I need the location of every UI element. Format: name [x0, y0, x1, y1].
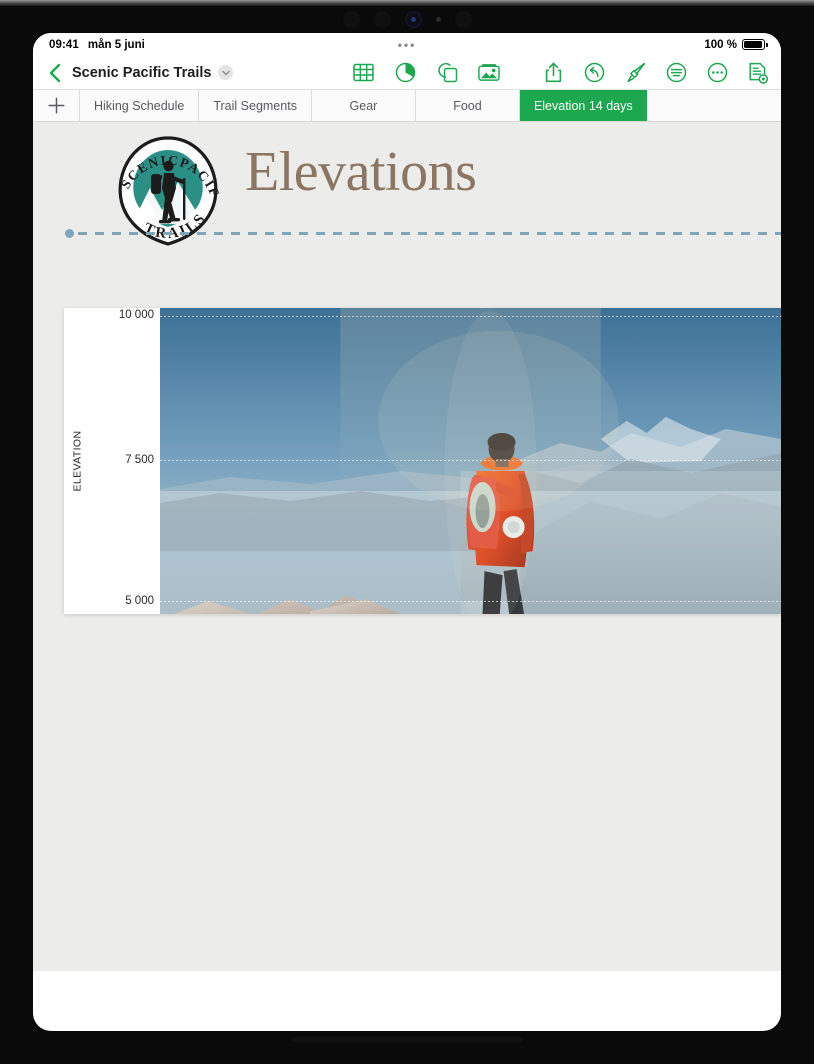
action-tool-group — [542, 62, 769, 84]
more-options-icon[interactable] — [706, 62, 728, 84]
elevation-chart[interactable]: ELEVATION 10 000 7 500 5 000 2 500 — [64, 308, 781, 614]
app-toolbar: Scenic Pacific Trails — [33, 56, 781, 90]
scenic-pacific-trails-badge-logo[interactable]: SCENIC PACIFIC TRAILS — [100, 122, 230, 256]
ipad-device-frame: 09:41 mån 5 juni ••• 100 % Scenic Pacifi… — [0, 0, 814, 1064]
chart-plot-area[interactable] — [160, 308, 781, 614]
sheet-tab-elevation-14-days[interactable]: Elevation 14 days — [519, 90, 647, 121]
divider-dot — [65, 229, 74, 238]
sheet-tab-bar: Hiking Schedule Trail Segments Gear Food… — [33, 90, 781, 122]
chart-y-axis-ticks: 10 000 7 500 5 000 2 500 — [90, 308, 160, 614]
y-tick-label: 10 000 — [118, 309, 154, 321]
share-icon[interactable] — [542, 62, 564, 84]
home-indicator[interactable] — [291, 1037, 523, 1042]
document-header-block: SCENIC PACIFIC TRAILS Elevations — [33, 122, 781, 274]
document-options-icon[interactable] — [747, 62, 769, 84]
home-indicator-zone — [33, 971, 781, 1031]
plus-icon[interactable] — [33, 90, 80, 121]
device-bezel-highlight — [0, 0, 814, 6]
chart-icon[interactable] — [394, 62, 416, 84]
document-heading[interactable]: Elevations — [245, 140, 477, 204]
media-icon[interactable] — [478, 62, 500, 84]
front-camera-lens-icon — [404, 10, 422, 28]
battery-full-icon — [742, 39, 768, 50]
battery-percent-label: 100 % — [704, 38, 737, 51]
sheet-tab-food[interactable]: Food — [415, 90, 520, 121]
undo-icon[interactable] — [583, 62, 605, 84]
back-chevron-icon[interactable] — [41, 60, 67, 86]
chart-y-axis-title: ELEVATION — [64, 308, 90, 614]
chart-y-axis-label-text: ELEVATION — [71, 430, 84, 492]
front-camera-sensor-array — [0, 8, 814, 30]
chart-gridline-7500 — [160, 460, 781, 461]
chart-gridline-10000 — [160, 316, 781, 317]
table-icon[interactable] — [352, 62, 374, 84]
ambient-light-sensor — [435, 16, 441, 22]
organize-icon[interactable] — [665, 62, 687, 84]
sensor-dot — [454, 10, 472, 28]
sensor-dot — [342, 10, 360, 28]
hiker-on-mountain-summit-photo — [160, 308, 781, 614]
status-bar-left: 09:41 mån 5 juni — [49, 39, 145, 51]
sheet-tab-gear[interactable]: Gear — [311, 90, 416, 121]
insert-tool-group — [352, 62, 500, 84]
page-title[interactable]: Scenic Pacific Trails — [72, 65, 211, 81]
sensor-dot — [373, 10, 391, 28]
chart-gridline-5000 — [160, 601, 781, 602]
ipad-screen: 09:41 mån 5 juni ••• 100 % Scenic Pacifi… — [33, 33, 781, 1031]
sheet-tab-trail-segments[interactable]: Trail Segments — [199, 90, 312, 121]
status-bar-right: 100 % — [704, 38, 768, 51]
status-date: mån 5 juni — [87, 38, 145, 51]
status-bar: 09:41 mån 5 juni ••• 100 % — [33, 33, 781, 56]
status-time: 09:41 — [49, 38, 79, 51]
divider-dashes — [78, 232, 781, 235]
format-brush-icon[interactable] — [624, 62, 646, 84]
document-canvas[interactable]: SCENIC PACIFIC TRAILS Elevations — [33, 122, 781, 971]
y-tick-label: 7 500 — [125, 454, 154, 466]
battery-fill — [744, 41, 762, 48]
y-tick-label: 5 000 — [125, 595, 154, 607]
chevron-down-icon[interactable] — [218, 65, 234, 80]
shape-icon[interactable] — [436, 62, 458, 84]
sheet-tab-hiking-schedule[interactable]: Hiking Schedule — [80, 90, 200, 121]
decorative-dashed-divider — [65, 229, 781, 238]
